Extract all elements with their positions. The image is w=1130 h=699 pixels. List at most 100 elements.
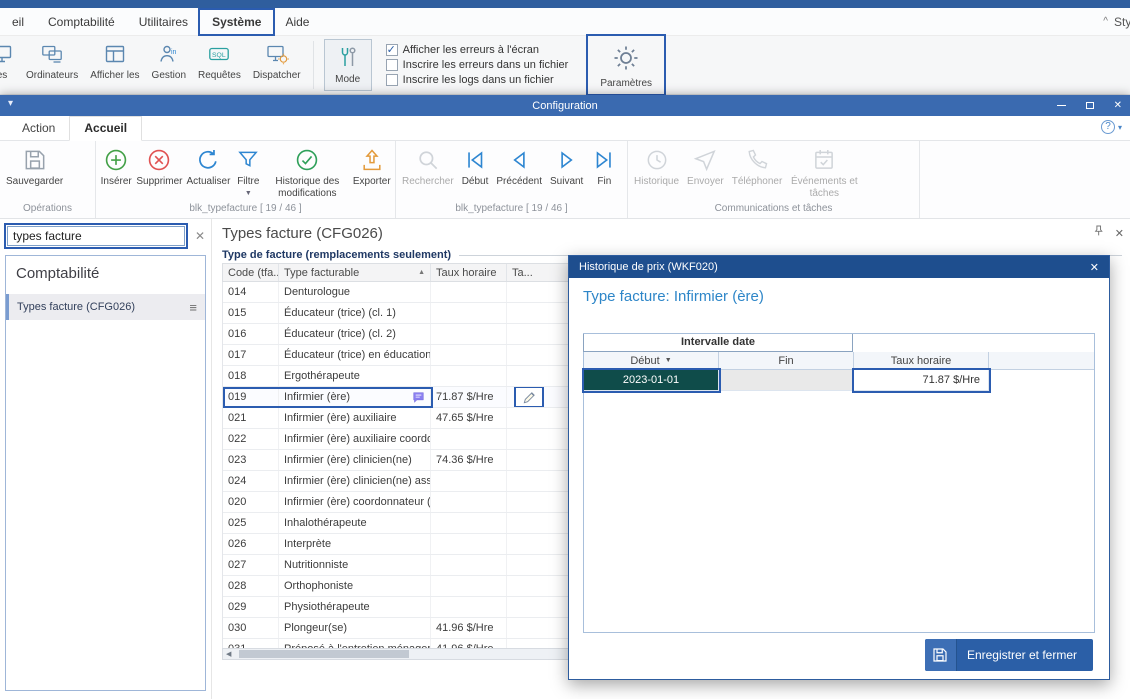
ribbon-button-ordinateurs[interactable]: Ordinateurs bbox=[20, 36, 84, 94]
cell-taux bbox=[431, 471, 507, 491]
cell-code: 027 bbox=[223, 555, 279, 575]
cell-code: 030 bbox=[223, 618, 279, 638]
tools-icon bbox=[336, 45, 360, 72]
cell-type: Infirmier (ère) bbox=[279, 387, 431, 407]
search-button: Rechercher bbox=[398, 143, 458, 203]
tab-accueil[interactable]: Accueil bbox=[69, 116, 142, 141]
cell-fin[interactable] bbox=[719, 370, 854, 391]
hamburger-icon[interactable]: ≡ bbox=[189, 300, 197, 315]
cell-code: 018 bbox=[223, 366, 279, 386]
refresh-icon bbox=[195, 146, 221, 174]
column-header-taux[interactable]: Taux horaire bbox=[431, 264, 507, 281]
clear-search-icon[interactable]: ✕ bbox=[195, 229, 205, 243]
configuration-tabs: Action Accueil ? ▾ bbox=[0, 116, 1130, 141]
comm-history-icon bbox=[644, 146, 670, 174]
checkbox-inscrire-erreurs[interactable]: Inscrire les erreurs dans un fichier bbox=[386, 59, 569, 71]
cell-type: Nutritionniste bbox=[279, 555, 431, 575]
column-header-taux-horaire[interactable]: Taux horaire bbox=[854, 352, 989, 369]
ribbon-button-postes[interactable]: es bbox=[0, 36, 20, 94]
configuration-ribbon: Sauvegarder Opérations Insérer Supprimer bbox=[0, 141, 1130, 219]
cell-taux bbox=[431, 555, 507, 575]
configuration-titlebar[interactable]: ▾ Configuration ✕ bbox=[0, 95, 1130, 116]
cell-code: 020 bbox=[223, 492, 279, 512]
pencil-icon[interactable] bbox=[516, 388, 542, 406]
dialog-header: Type facture: Infirmier (ère) bbox=[583, 288, 764, 305]
dialog-titlebar[interactable]: Historique de prix (WKF020) ✕ bbox=[569, 256, 1109, 278]
maximize-icon[interactable] bbox=[1086, 102, 1094, 109]
cell-type: Denturologue bbox=[279, 282, 431, 302]
ribbon-group-blk-typefacture-edit: Insérer Supprimer Actualiser Filtre ▼ bbox=[96, 141, 396, 218]
pin-icon[interactable] bbox=[1092, 224, 1105, 242]
ribbon-spacer bbox=[920, 141, 1130, 218]
menu-item-accueil[interactable]: eil bbox=[0, 10, 36, 34]
menu-item-systeme[interactable]: Système bbox=[200, 10, 273, 34]
refresh-button[interactable]: Actualiser bbox=[184, 143, 232, 203]
cell-taux-horaire[interactable]: 71.87 $/Hre bbox=[854, 370, 989, 391]
nav-last-button[interactable]: Fin bbox=[587, 143, 621, 203]
search-input[interactable] bbox=[7, 226, 185, 246]
nav-prev-button[interactable]: Précédent bbox=[492, 143, 546, 203]
column-header-fin[interactable]: Fin bbox=[719, 352, 854, 369]
insert-button[interactable]: Insérer bbox=[98, 143, 134, 203]
help-icon[interactable]: ? bbox=[1101, 120, 1115, 134]
filter-icon bbox=[235, 146, 261, 174]
mode-button[interactable]: Mode bbox=[324, 39, 372, 91]
sidebar-item-types-facture[interactable]: Types facture (CFG026) ≡ bbox=[6, 294, 205, 320]
filter-button[interactable]: Filtre ▼ bbox=[232, 143, 264, 203]
cell-type: Éducateur (trice) (cl. 1) bbox=[279, 303, 431, 323]
save-button[interactable]: Sauvegarder bbox=[2, 143, 67, 203]
minimize-icon[interactable] bbox=[1057, 105, 1066, 106]
dropdown-icon[interactable]: ▼ bbox=[665, 357, 672, 364]
checkbox-icon bbox=[386, 74, 398, 86]
cell-debut[interactable]: 2023-01-01 bbox=[584, 370, 719, 391]
search-icon bbox=[415, 146, 441, 174]
save-icon bbox=[22, 146, 48, 174]
menu-item-utilitaires[interactable]: Utilitaires bbox=[127, 10, 200, 34]
scrollbar-thumb[interactable] bbox=[239, 650, 409, 658]
close-icon[interactable]: ✕ bbox=[1114, 101, 1122, 111]
history-check-icon bbox=[294, 146, 320, 174]
history-modifications-button[interactable]: Historique des modifications bbox=[264, 143, 350, 203]
nav-next-button[interactable]: Suivant bbox=[546, 143, 587, 203]
checkbox-afficher-erreurs[interactable]: Afficher les erreurs à l'écran bbox=[386, 44, 569, 56]
chevron-down-icon[interactable]: ▾ bbox=[1118, 123, 1122, 132]
ribbon-group-blk-typefacture-nav: Rechercher Début Précédent Suivant bbox=[396, 141, 628, 218]
column-header-debut[interactable]: Début▼ bbox=[584, 352, 719, 369]
menu-item-aide[interactable]: Aide bbox=[273, 10, 321, 34]
column-header-type[interactable]: Type facturable▲ bbox=[279, 264, 431, 281]
menu-item-comptabilite[interactable]: Comptabilité bbox=[36, 10, 127, 34]
ribbon-group-label: Communications et tâches bbox=[628, 203, 919, 218]
chevron-down-icon[interactable]: ▼ bbox=[245, 190, 252, 198]
delete-button[interactable]: Supprimer bbox=[134, 143, 184, 203]
checkbox-icon bbox=[386, 59, 398, 71]
error-options-group: Afficher les erreurs à l'écran Inscrire … bbox=[376, 36, 579, 94]
window-title: Configuration bbox=[0, 100, 1130, 112]
ribbon-group-label: Opérations bbox=[0, 203, 95, 218]
screen: eil Comptabilité Utilitaires Système Aid… bbox=[0, 0, 1130, 699]
ribbon-button-gestion[interactable]: in Gestion bbox=[146, 36, 192, 94]
table-row[interactable]: 2023-01-01 71.87 $/Hre bbox=[584, 370, 1094, 391]
ribbon-button-afficher-les[interactable]: Afficher les bbox=[84, 36, 145, 94]
export-button[interactable]: Exporter bbox=[351, 143, 393, 203]
ribbon-button-requetes[interactable]: SQL Requêtes bbox=[192, 36, 247, 94]
ribbon-separator bbox=[313, 41, 314, 89]
style-label: Styl bbox=[1114, 15, 1130, 29]
save-and-close-button[interactable]: Enregistrer et fermer bbox=[925, 639, 1093, 671]
close-icon[interactable]: ✕ bbox=[1115, 227, 1124, 240]
cell-code: 026 bbox=[223, 534, 279, 554]
checkbox-inscrire-logs[interactable]: Inscrire les logs dans un fichier bbox=[386, 74, 569, 86]
phone-icon bbox=[744, 146, 770, 174]
send-button: Envoyer bbox=[683, 143, 728, 203]
ribbon-button-dispatcher[interactable]: Dispatcher bbox=[247, 36, 307, 94]
column-header-code[interactable]: Code (tfa... bbox=[223, 264, 279, 281]
main-window-titlebar bbox=[0, 0, 1130, 8]
nav-first-button[interactable]: Début bbox=[458, 143, 493, 203]
sidebar-panel: Comptabilité Types facture (CFG026) ≡ bbox=[5, 255, 206, 691]
tab-action[interactable]: Action bbox=[8, 117, 69, 140]
cell-code: 014 bbox=[223, 282, 279, 302]
scroll-left-icon[interactable]: ◀ bbox=[223, 650, 234, 658]
parametres-button[interactable]: Paramètres bbox=[588, 36, 664, 94]
collapse-ribbon-icon[interactable]: ^ bbox=[1103, 16, 1108, 27]
cell-code: 015 bbox=[223, 303, 279, 323]
close-icon[interactable]: ✕ bbox=[1090, 261, 1099, 274]
